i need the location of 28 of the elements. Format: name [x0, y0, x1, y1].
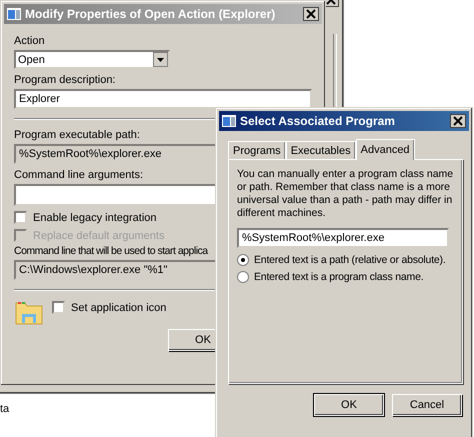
field-label: Program description:: [14, 74, 116, 86]
window-title: Modify Properties of Open Action (Explorer): [25, 7, 276, 21]
field-label: Program executable path:: [14, 129, 140, 141]
checkbox[interactable]: [52, 301, 65, 314]
window-icon: [7, 8, 21, 20]
radio-button[interactable]: [237, 254, 249, 266]
action-dropdown[interactable]: Open: [14, 50, 170, 69]
description-text: You can manually enter a program class name or path. Remember that class name is a more universal value than a path - path may differ in different machines.: [237, 168, 454, 220]
tab[interactable]: Executables: [286, 141, 356, 159]
checkbox-label: Replace default arguments: [33, 230, 164, 242]
tab[interactable]: Programs: [228, 141, 286, 159]
field-label: Action: [14, 35, 45, 47]
window-icon: [222, 115, 236, 127]
close-icon[interactable]: [303, 7, 319, 21]
field-label: Command line arguments:: [14, 169, 144, 181]
checkbox-label: Set application icon: [71, 302, 166, 314]
checkbox-label: Enable legacy integration: [33, 212, 157, 224]
close-icon[interactable]: [450, 114, 466, 128]
background-text: ta: [0, 403, 10, 415]
path-field[interactable]: %SystemRoot%\explorer.exe: [237, 228, 449, 248]
cancel-button[interactable]: Cancel: [392, 394, 462, 416]
window-title: Select Associated Program: [240, 114, 396, 128]
checkbox[interactable]: [14, 211, 27, 224]
ok-button[interactable]: OK: [314, 394, 384, 416]
radio-button[interactable]: [237, 271, 249, 283]
tab[interactable]: Advanced: [356, 139, 415, 160]
field-label: Command line that will be used to start applica: [14, 245, 208, 257]
description-field[interactable]: Explorer: [14, 89, 312, 109]
